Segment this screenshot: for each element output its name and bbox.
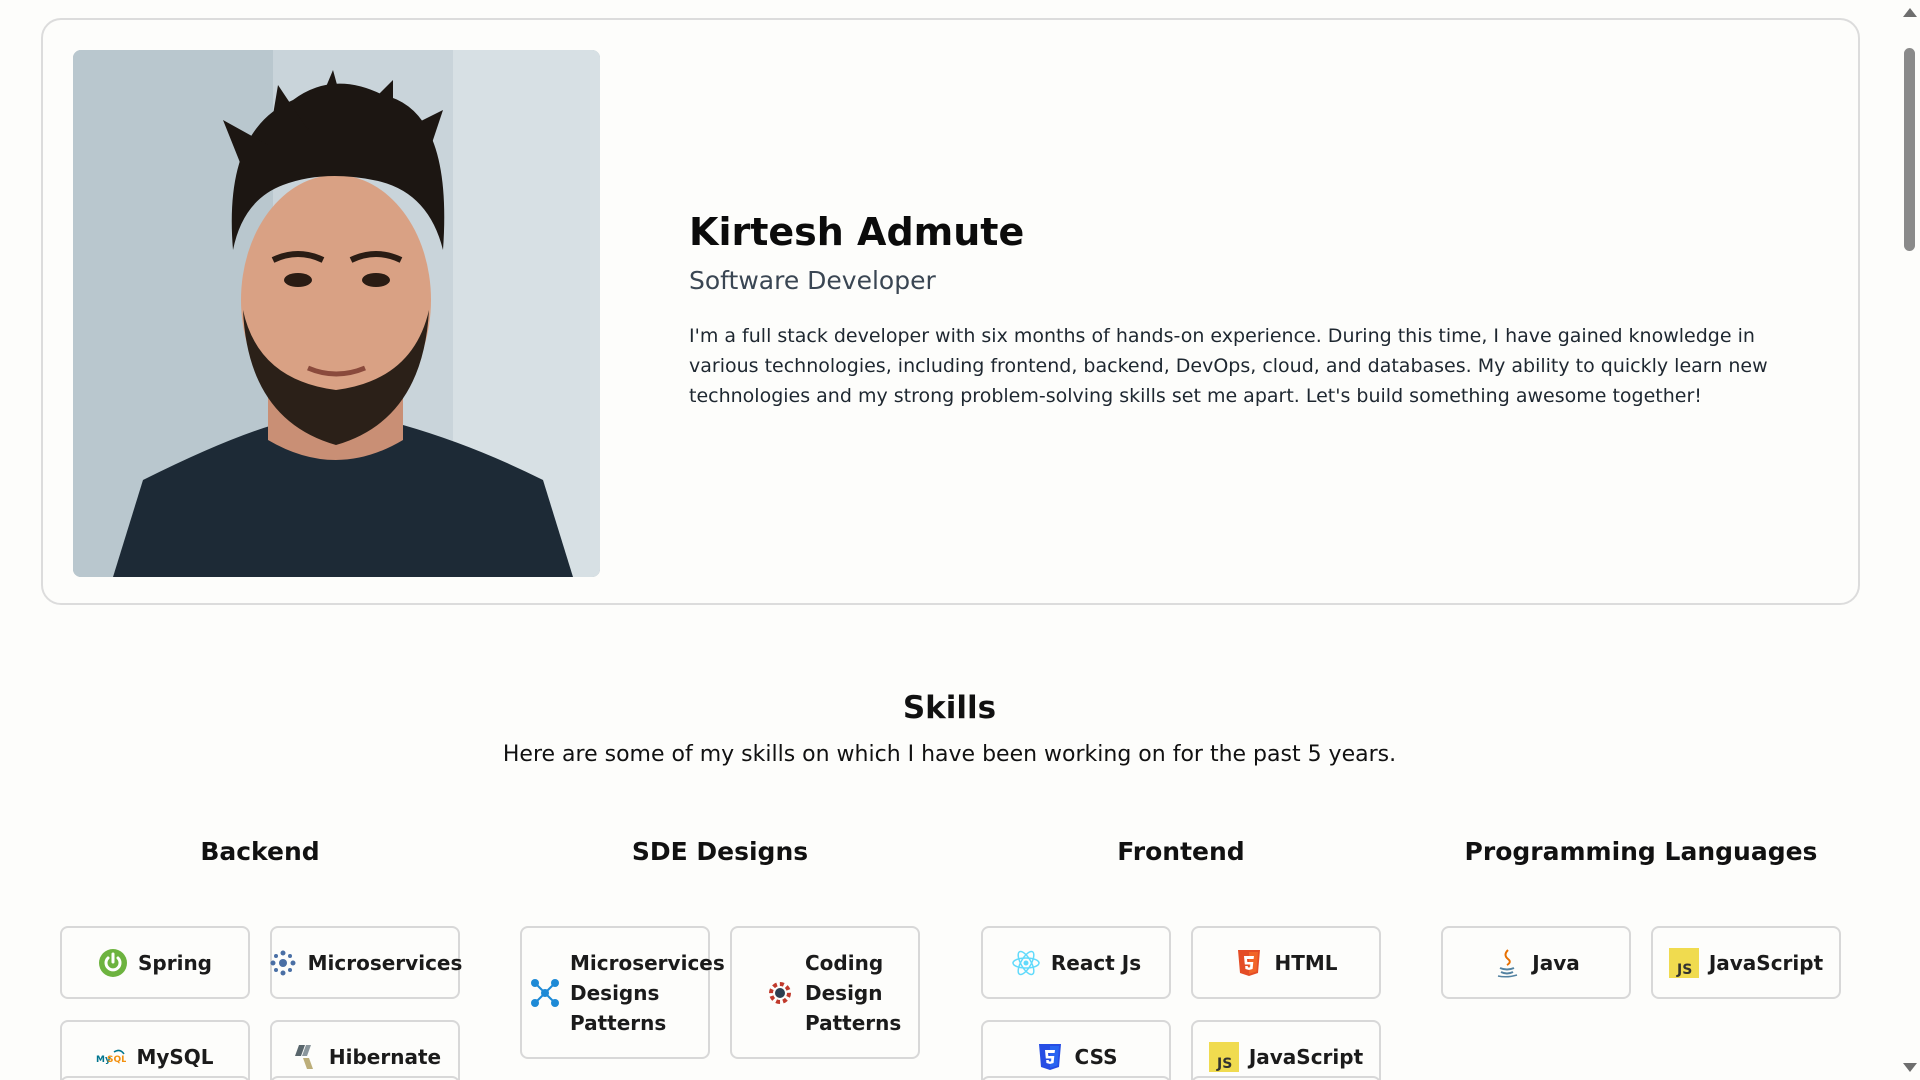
javascript-icon: JS [1208,1041,1239,1072]
skill-label: HTML [1274,950,1338,975]
skill-label: Hibernate [328,1044,442,1069]
skill-label: MySQL [136,1044,214,1069]
skill-chip-partial[interactable] [60,1076,250,1080]
skills-column-programming-languages: Programming Languages Java JS JavaScript [1441,836,1841,999]
svg-text:SQL: SQL [107,1055,126,1065]
skill-chip-javascript[interactable]: JS JavaScript [1191,1020,1381,1080]
vertical-scrollbar[interactable] [1899,0,1920,1080]
skill-label: Java [1532,950,1580,975]
skill-chip-javascript-lang[interactable]: JS JavaScript [1651,926,1841,999]
react-icon [1011,948,1041,978]
skill-label: Microservices [307,950,463,975]
skill-chip-react[interactable]: React Js [981,926,1171,999]
skill-label: Microservices Designs Patterns [570,950,725,1035]
profile-card: Kirtesh Admute Software Developer I'm a … [41,18,1860,605]
scroll-down-arrow-icon[interactable] [1903,1063,1917,1072]
skill-label: CSS [1074,1044,1118,1069]
svg-text:JS: JS [1216,1056,1232,1072]
scrollbar-thumb[interactable] [1904,48,1915,251]
profile-bio: I'm a full stack developer with six mont… [689,325,1768,407]
mysql-icon: My SQL [96,1042,126,1072]
skills-title: Skills [902,690,997,726]
html5-icon [1234,948,1264,978]
skill-chip-microservices-patterns[interactable]: Microservices Designs Patterns [520,926,725,1059]
skill-label: Spring [138,950,212,975]
design-patterns-icon [765,978,795,1008]
skill-label: React Js [1050,950,1142,975]
skill-chip-partial[interactable] [270,1076,460,1080]
skill-chip-hibernate[interactable]: Hibernate [270,1020,460,1080]
skills-subtitle: Here are some of my skills on which I ha… [502,742,1397,767]
skill-chip-mysql[interactable]: My SQL MySQL [60,1020,250,1080]
profile-name: Kirtesh Admute [689,210,1025,254]
skill-label: JavaScript [1708,950,1824,975]
java-icon [1492,948,1522,978]
column-title: Frontend [1117,837,1245,866]
column-title: Backend [200,837,320,866]
column-title: Programming Languages [1464,837,1818,866]
portfolio-page: Kirtesh Admute Software Developer I'm a … [0,0,1899,1080]
skill-label: JavaScript [1248,1044,1364,1069]
column-title: SDE Designs [631,837,809,866]
profile-photo [73,50,600,577]
skill-chip-partial[interactable] [981,1076,1171,1080]
profile-text: Kirtesh Admute Software Developer I'm a … [689,210,1809,411]
skills-column-backend: Backend Spring Microservices My SQL MySQL [60,836,462,1080]
microservices-icon [268,948,298,978]
skill-chip-microservices[interactable]: Microservices [268,926,463,999]
skill-chip-partial[interactable] [1191,1076,1381,1080]
skill-label: Coding Design Patterns [805,950,902,1035]
skills-column-frontend: Frontend React Js HTML CSS JS JavaScript [981,836,1381,1080]
skill-chip-css[interactable]: CSS [981,1020,1171,1080]
skill-chip-spring[interactable]: Spring [60,926,250,999]
skill-chip-design-patterns[interactable]: Coding Design Patterns [730,926,920,1059]
hibernate-icon [289,1042,319,1072]
skill-chip-java[interactable]: Java [1441,926,1631,999]
svg-text:JS: JS [1676,962,1692,978]
skills-column-sde-designs: SDE Designs Microservices Designs Patter… [520,836,920,1059]
scroll-up-arrow-icon[interactable] [1903,8,1917,17]
profile-role: Software Developer [689,266,936,295]
javascript-icon: JS [1668,947,1699,978]
spring-icon [98,948,128,978]
css3-icon [1035,1042,1065,1072]
profile-photo-image [73,50,600,577]
skill-chip-html[interactable]: HTML [1191,926,1381,999]
microservices-patterns-icon [530,978,560,1008]
